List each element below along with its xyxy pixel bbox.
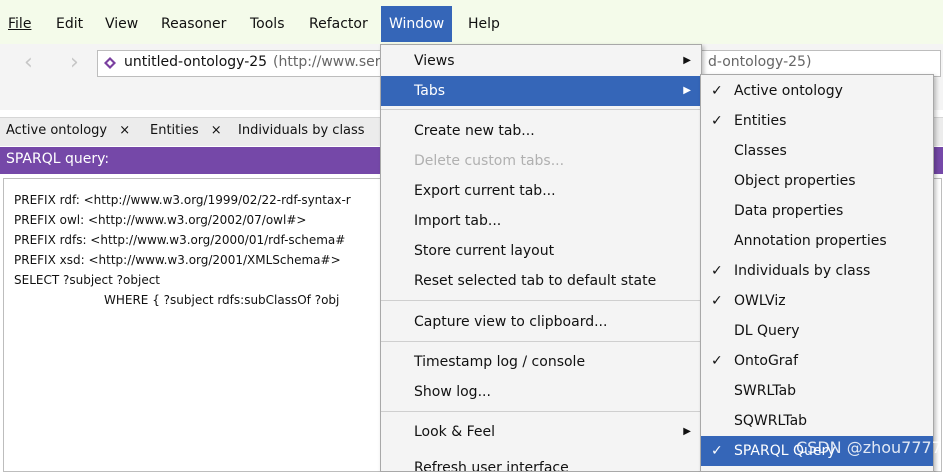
menu-item-export-current-tab[interactable]: Export current tab...	[381, 176, 701, 206]
tabs-submenu-label: Individuals by class	[734, 263, 871, 279]
ontology-iri-tail: d-ontology-25)	[708, 54, 812, 70]
close-icon[interactable]: ×	[211, 123, 222, 138]
tabs-submenu-label: Annotation properties	[734, 233, 887, 249]
tabs-submenu-label: OntoGraf	[734, 353, 799, 369]
menu-item-tabs[interactable]: Tabs ▶	[381, 76, 701, 106]
query-line: PREFIX xsd: <http://www.w3.org/2001/XMLS…	[14, 253, 341, 267]
tabs-submenu-label: Entities	[734, 113, 787, 129]
menu-item-label: Show log...	[414, 384, 491, 400]
menu-file-label: File	[8, 16, 32, 32]
menu-item-label: Reset selected tab to default state	[414, 273, 657, 289]
menu-item-store-current-layout[interactable]: Store current layout	[381, 236, 701, 266]
checkmark-icon: ✓	[711, 443, 723, 459]
tabs-submenu-item[interactable]: Classes	[701, 136, 933, 166]
menu-reasoner[interactable]: Reasoner	[161, 13, 226, 35]
submenu-arrow-icon: ▶	[683, 426, 691, 437]
menu-item-show-log[interactable]: Show log...	[381, 377, 701, 407]
checkmark-icon: ✓	[711, 353, 723, 369]
menu-separator	[381, 300, 701, 301]
menu-edit[interactable]: Edit	[56, 13, 83, 35]
menu-item-label: Timestamp log / console	[414, 354, 586, 370]
menu-item-label: Import tab...	[414, 213, 502, 229]
tabs-submenu-item[interactable]: SWRLTab	[701, 376, 933, 406]
tabs-submenu-item[interactable]: ✓ Individuals by class	[701, 256, 933, 286]
menu-item-look-and-feel[interactable]: Look & Feel ▶	[381, 417, 701, 447]
menu-item-label: Look & Feel	[414, 424, 496, 440]
tab-label: Entities	[150, 123, 199, 138]
menu-item-views[interactable]: Views ▶	[381, 46, 701, 76]
tabs-submenu-label: Active ontology	[734, 83, 843, 99]
tabs-submenu-item[interactable]: ✓ Entities	[701, 106, 933, 136]
tab-label: Individuals by class	[238, 123, 365, 138]
menu-item-label: Views	[414, 53, 455, 69]
tabs-submenu-item[interactable]: Data properties	[701, 196, 933, 226]
close-icon[interactable]: ×	[119, 123, 130, 138]
query-line: PREFIX rdfs: <http://www.w3.org/2000/01/…	[14, 233, 346, 247]
query-line: SELECT ?subject ?object	[14, 273, 161, 287]
submenu-arrow-icon: ▶	[683, 55, 691, 66]
sparql-query-title: SPARQL query:	[6, 151, 110, 167]
tabs-submenu-label: Data properties	[734, 203, 844, 219]
menu-item-reset-selected-tab[interactable]: Reset selected tab to default state	[381, 266, 701, 296]
checkmark-icon: ✓	[711, 293, 723, 309]
menu-item-create-new-tab[interactable]: Create new tab...	[381, 116, 701, 146]
menu-bar: File Edit View Reasoner Tools Refactor W…	[0, 0, 943, 44]
submenu-arrow-icon: ▶	[683, 85, 691, 96]
menu-window[interactable]: Window	[381, 6, 453, 42]
menu-view[interactable]: View	[105, 13, 138, 35]
tabs-submenu-item[interactable]: SQWRLTab	[701, 406, 933, 436]
menu-item-delete-custom-tabs: Delete custom tabs...	[381, 146, 701, 176]
menu-file[interactable]: File	[8, 13, 31, 35]
menu-separator	[381, 341, 701, 342]
checkmark-icon: ✓	[711, 83, 723, 99]
menu-separator	[381, 109, 701, 110]
checkmark-icon: ✓	[711, 263, 723, 279]
tab-entities[interactable]: Entities ×	[150, 123, 222, 138]
tabs-submenu-item[interactable]: Annotation properties	[701, 226, 933, 256]
menu-item-label: Store current layout	[414, 243, 555, 259]
menu-item-label: Export current tab...	[414, 183, 556, 199]
menu-item-label: Refresh user interface	[414, 460, 569, 472]
query-line: PREFIX owl: <http://www.w3.org/2002/07/o…	[14, 213, 307, 227]
menu-refactor[interactable]: Refactor	[309, 13, 368, 35]
ontology-icon	[104, 57, 116, 69]
ontology-iri: (http://www.ser	[273, 54, 381, 70]
menu-item-capture-view[interactable]: Capture view to clipboard...	[381, 307, 701, 337]
back-arrow-icon[interactable]: ‹	[24, 50, 33, 75]
menu-item-label: Delete custom tabs...	[414, 153, 565, 169]
tabs-submenu-item[interactable]: DL Query	[701, 316, 933, 346]
menu-item-timestamp-log[interactable]: Timestamp log / console	[381, 347, 701, 377]
query-line: PREFIX rdf: <http://www.w3.org/1999/02/2…	[14, 193, 351, 207]
query-line: WHERE { ?subject rdfs:subClassOf ?obj	[104, 293, 340, 307]
menu-item-label: Tabs	[414, 83, 445, 99]
tabs-submenu-label: SWRLTab	[734, 383, 797, 399]
menu-item-import-tab[interactable]: Import tab...	[381, 206, 701, 236]
tabs-submenu-item[interactable]: ✓ OntoGraf	[701, 346, 933, 376]
tabs-submenu-label: SQWRLTab	[734, 413, 808, 429]
tabs-submenu-label: Classes	[734, 143, 787, 159]
menu-item-label: Capture view to clipboard...	[414, 314, 608, 330]
tabs-submenu-label: Object properties	[734, 173, 856, 189]
tabs-submenu-item[interactable]: Object properties	[701, 166, 933, 196]
menu-item-label: Create new tab...	[414, 123, 535, 139]
tabs-submenu-item[interactable]: ✓ OWLViz	[701, 286, 933, 316]
menu-tools[interactable]: Tools	[250, 13, 285, 35]
window-menu: Views ▶ Tabs ▶ Create new tab... Delete …	[380, 44, 702, 472]
menu-help[interactable]: Help	[468, 13, 500, 35]
tabs-submenu-label: DL Query	[734, 323, 800, 339]
watermark: CSDN @zhou777758	[796, 438, 943, 457]
menu-separator	[381, 411, 701, 412]
ontology-name: untitled-ontology-25	[124, 54, 268, 70]
forward-arrow-icon[interactable]: ›	[70, 50, 79, 75]
tab-label: Active ontology	[6, 123, 108, 138]
tabs-submenu: ✓ Active ontology ✓ Entities Classes Object p…	[700, 74, 934, 472]
menu-item-refresh-ui[interactable]: Refresh user interface	[381, 453, 701, 472]
checkmark-icon: ✓	[711, 113, 723, 129]
tab-active-ontology[interactable]: Active ontology ×	[6, 123, 130, 138]
tabs-submenu-item[interactable]: ✓ Active ontology	[701, 76, 933, 106]
tab-individuals-by-class[interactable]: Individuals by class	[238, 123, 365, 138]
tabs-submenu-label: OWLViz	[734, 293, 786, 309]
